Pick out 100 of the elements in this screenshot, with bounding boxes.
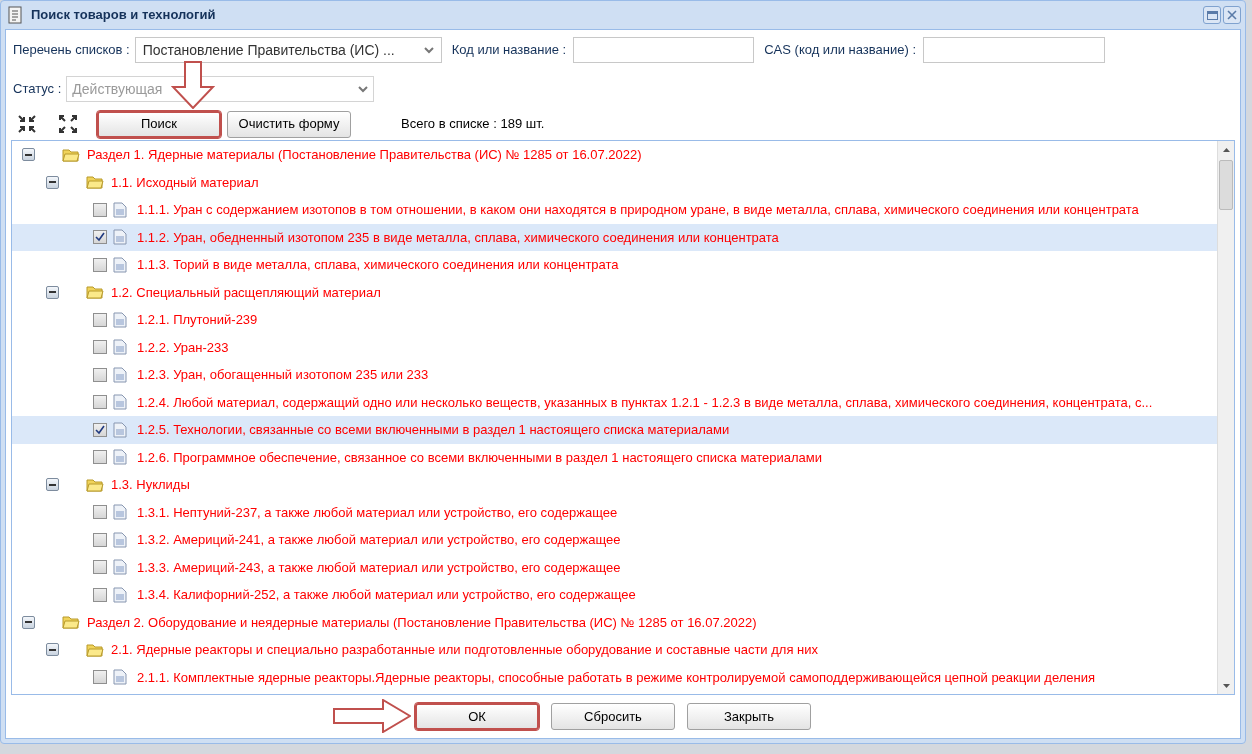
document-icon	[113, 586, 127, 603]
list-select[interactable]: Постановление Правительства (ИС) ...	[134, 37, 442, 63]
document-icon	[113, 256, 127, 273]
collapse-toggle[interactable]	[46, 175, 59, 189]
folder-icon	[86, 476, 104, 493]
tree-row[interactable]: 1.1.2. Уран, обедненный изотопом 235 в виде металла, сплава, химического соединения или концентрата	[12, 223, 1217, 251]
tree-row[interactable]: 1.3.1. Нептуний-237, а также любой материал или устройство, его содержащее	[12, 498, 1217, 526]
checkbox[interactable]	[93, 422, 107, 437]
window-title: Поиск товаров и технологий	[31, 6, 216, 25]
document-icon	[113, 229, 127, 246]
tree-item-label[interactable]: 2.1.1. Комплектные ядерные реакторы.Ядерные реакторы, способные работать в режиме контролируемой самоподдерживающейся цепной реакции деления	[137, 667, 1096, 687]
field-label: CAS (код или название) :	[764, 41, 917, 60]
tree-item-label[interactable]: 1.2.2. Уран-233	[137, 337, 229, 357]
tree-item-label[interactable]: 1.2.4. Любой материал, содержащий одно или несколько веществ, указанных в пунктах 1.2.1 - 1.2.3 в виде металла, сплава, химического соединения, концентрата, с...	[137, 392, 1153, 412]
tree-item-label[interactable]: 1.3.2. Америций-241, а также любой материал или устройство, его содержащее	[137, 530, 621, 550]
document-icon	[113, 449, 127, 466]
checkbox[interactable]	[93, 340, 107, 355]
tree-row[interactable]: 1.1.3. Торий в виде металла, сплава, химического соединения или концентрата	[12, 251, 1217, 279]
checkbox[interactable]	[93, 230, 107, 245]
tree-item-label[interactable]: 1.2.5. Технологии, связанные со всеми включенными в раздел 1 настоящего списка материалами	[137, 420, 730, 440]
chevron-down-icon	[358, 85, 369, 93]
check-icon	[95, 232, 105, 243]
collapse-toggle[interactable]	[46, 643, 59, 657]
select-value: Постановление Правительства (ИС) ...	[142, 40, 396, 60]
tree-item-label[interactable]: 1.2. Специальный расщепляющий материал	[111, 282, 381, 302]
field-label: Код или название :	[451, 41, 567, 60]
tree-row[interactable]: 1.2.1. Плутоний-239	[12, 306, 1217, 334]
collapse-toggle[interactable]	[22, 615, 35, 629]
document-icon	[113, 394, 127, 411]
tree-item-label[interactable]: 1.2.6. Программное обеспечение, связанное со всеми включенными в раздел 1 настоящего списка материалами	[137, 447, 823, 467]
close-button[interactable]	[1223, 6, 1241, 24]
checkbox[interactable]	[93, 450, 107, 465]
folder-icon	[86, 284, 104, 301]
tree-item-label[interactable]: 1.2.3. Уран, обогащенный изотопом 235 или 233	[137, 365, 429, 385]
checkbox[interactable]	[93, 560, 107, 575]
document-icon	[113, 366, 127, 383]
tree-row[interactable]: 1.2.5. Технологии, связанные со всеми включенными в раздел 1 настоящего списка материалами	[12, 416, 1217, 444]
document-icon	[113, 531, 127, 548]
tree-item-label[interactable]: 1.3.3. Америций-243, а также любой материал или устройство, его содержащее	[137, 557, 621, 577]
checkbox[interactable]	[93, 532, 107, 547]
checkbox[interactable]	[93, 312, 107, 327]
tree-item-label[interactable]: Раздел 1. Ядерные материалы (Постановление Правительства (ИС) № 1285 от 16.07.2022)	[87, 145, 642, 165]
input-field[interactable]	[573, 37, 755, 63]
tree-row[interactable]: 2.1.1. Комплектные ядерные реакторы.Ядерные реакторы, способные работать в режиме контролируемой самоподдерживающейся цепной реакции деления	[12, 663, 1217, 691]
document-icon	[113, 504, 127, 521]
folder-icon	[86, 174, 104, 191]
tree-item-label[interactable]: 1.3.1. Нептуний-237, а также любой материал или устройство, его содержащее	[137, 502, 618, 522]
tree-row[interactable]: 1.2.3. Уран, обогащенный изотопом 235 или 233	[12, 361, 1217, 389]
scrollbar[interactable]	[1217, 141, 1234, 694]
document-icon	[113, 339, 127, 356]
tree-row[interactable]: 1.3.4. Калифорний-252, а также любой материал или устройство, его содержащее	[12, 581, 1217, 609]
tree-row[interactable]: 1.3.3. Америций-243, а также любой материал или устройство, его содержащее	[12, 553, 1217, 581]
checkbox[interactable]	[93, 257, 107, 272]
folder-icon	[86, 641, 104, 658]
checkbox[interactable]	[93, 202, 107, 217]
tree-row[interactable]: 1.3.2. Америций-241, а также любой материал или устройство, его содержащее	[12, 526, 1217, 554]
tree-item-label[interactable]: 1.1.1. Уран с содержанием изотопов в том отношении, в каком они находятся в природном уране, в виде металла, сплава, химического соединения или концентрата	[137, 200, 1139, 220]
close-icon	[1227, 10, 1237, 20]
document-icon	[113, 311, 127, 328]
tree-item-label[interactable]: 1.1. Исходный материал	[111, 172, 259, 192]
dialog-button[interactable]: Поиск	[97, 110, 221, 138]
collapse-all-icon	[18, 115, 36, 133]
tree-row[interactable]: 1.2.4. Любой материал, содержащий одно или несколько веществ, указанных в пунктах 1.2.1 - 1.2.3 в виде металла, сплава, химического соединения, концентрата, с...	[12, 388, 1217, 416]
tree-item-label[interactable]: 1.1.2. Уран, обедненный изотопом 235 в виде металла, сплава, химического соединения или концентрата	[137, 227, 779, 247]
field-label: Перечень списков :	[13, 41, 130, 60]
dialog-button[interactable]: ОК	[415, 703, 539, 730]
tree-item-label[interactable]: 1.1.3. Торий в виде металла, сплава, химического соединения или концентрата	[137, 255, 619, 275]
checkbox[interactable]	[93, 505, 107, 520]
expand-all-icon	[59, 115, 77, 133]
tree-item-label[interactable]: 1.3.4. Калифорний-252, а также любой материал или устройство, его содержащее	[137, 585, 636, 605]
checkbox[interactable]	[93, 670, 107, 685]
tree-item-label[interactable]: 1.3. Нуклиды	[111, 475, 190, 495]
scroll-down-icon	[1222, 683, 1230, 688]
collapse-toggle[interactable]	[46, 285, 59, 299]
checkbox[interactable]	[93, 367, 107, 382]
tree-row[interactable]: 1.1.1. Уран с содержанием изотопов в том отношении, в каком они находятся в природном уране, в виде металла, сплава, химического соединения или концентрата	[12, 196, 1217, 224]
collapse-toggle[interactable]	[46, 478, 59, 492]
dialog-button[interactable]: Сбросить	[551, 703, 675, 730]
tree-row[interactable]: 1.2.2. Уран-233	[12, 333, 1217, 361]
scrollbar-thumb[interactable]	[1219, 160, 1233, 210]
document-icon	[113, 669, 127, 686]
tree-item-label[interactable]: 2.1. Ядерные реакторы и специально разработанные или подготовленные оборудование и составные части для них	[111, 640, 818, 660]
restore-button[interactable]	[1203, 6, 1221, 24]
folder-icon	[62, 614, 80, 631]
checkbox[interactable]	[93, 395, 107, 410]
dialog-button[interactable]: Закрыть	[687, 703, 811, 730]
document-icon	[113, 559, 127, 576]
collapse-toggle[interactable]	[22, 148, 35, 162]
scroll-up-icon	[1222, 147, 1230, 152]
dialog-button[interactable]: Очистить форму	[227, 110, 351, 138]
field-label: Статус :	[13, 80, 62, 99]
document-icon	[7, 6, 23, 24]
input-field[interactable]	[923, 37, 1106, 63]
tree-item-label[interactable]: 1.2.1. Плутоний-239	[137, 310, 258, 330]
select-value: Действующая	[72, 79, 164, 99]
tree-item-label[interactable]: Раздел 2. Оборудование и неядерные материалы (Постановление Правительства (ИС) № 1285 от 16.07.2022)	[87, 612, 757, 632]
tree-row[interactable]: 1.2.6. Программное обеспечение, связанное со всеми включенными в раздел 1 настоящего списка материалами	[12, 443, 1217, 471]
checkbox[interactable]	[93, 587, 107, 602]
total-count: Всего в списке : 189 шт.	[401, 115, 545, 134]
document-icon	[113, 201, 127, 218]
